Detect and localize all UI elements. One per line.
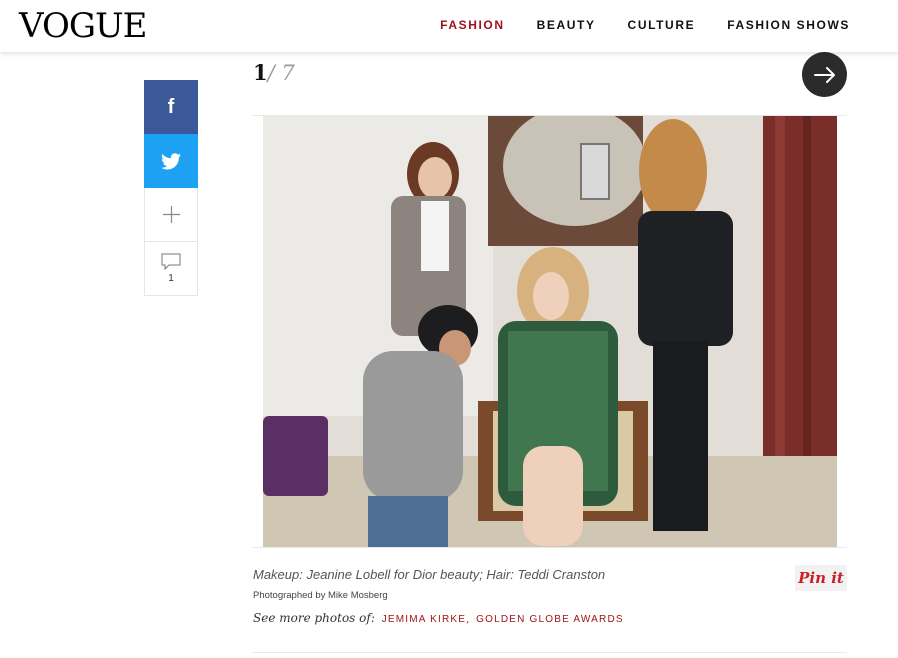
nav-culture[interactable]: CULTURE (628, 18, 696, 32)
photo-credit: Photographed by Mike Mosberg (253, 590, 388, 601)
tag-jemima-kirke[interactable]: JEMIMA KIRKE (382, 614, 466, 625)
tag-golden-globe-awards[interactable]: GOLDEN GLOBE AWARDS (476, 614, 624, 625)
facebook-share-button[interactable]: f (144, 80, 198, 134)
comments-button[interactable]: 1 (144, 242, 198, 296)
nav-fashion[interactable]: FASHION (440, 18, 505, 32)
nav-fashion-shows[interactable]: FASHION SHOWS (727, 18, 850, 32)
arrow-right-icon (813, 66, 835, 83)
pin-it-button[interactable]: Pin it (795, 565, 847, 591)
main-nav: FASHION BEAUTY CULTURE FASHION SHOWS (440, 18, 850, 32)
comment-icon (161, 253, 181, 271)
next-slide-button[interactable] (802, 52, 847, 97)
site-header: VOGUE FASHION BEAUTY CULTURE FASHION SHO… (0, 0, 898, 52)
slide-separator: / (267, 61, 275, 85)
vogue-logo[interactable]: VOGUE (19, 6, 147, 46)
twitter-share-button[interactable] (144, 134, 198, 188)
divider-photo-bottom (253, 547, 847, 548)
twitter-icon (161, 152, 181, 169)
tag-separator: , (466, 614, 470, 625)
slide-counter: 1/ 7 (253, 60, 295, 85)
see-more-photos: See more photos of: JEMIMA KIRKE, GOLDEN… (253, 611, 847, 625)
facebook-icon: f (167, 95, 175, 118)
share-rail: f 1 (144, 80, 198, 296)
gallery-photo[interactable] (263, 116, 837, 547)
more-share-button[interactable] (144, 188, 198, 242)
see-more-label: See more photos of: (253, 611, 375, 625)
current-slide: 1 (253, 60, 268, 85)
total-slides: 7 (281, 61, 295, 85)
comment-count: 1 (168, 273, 174, 284)
divider-bottom (253, 652, 847, 653)
caption-text: Makeup: Jeanine Lobell for Dior beauty; … (253, 567, 606, 582)
nav-beauty[interactable]: BEAUTY (537, 18, 596, 32)
plus-icon (162, 206, 180, 223)
photo-caption: Makeup: Jeanine Lobell for Dior beauty; … (253, 567, 847, 625)
